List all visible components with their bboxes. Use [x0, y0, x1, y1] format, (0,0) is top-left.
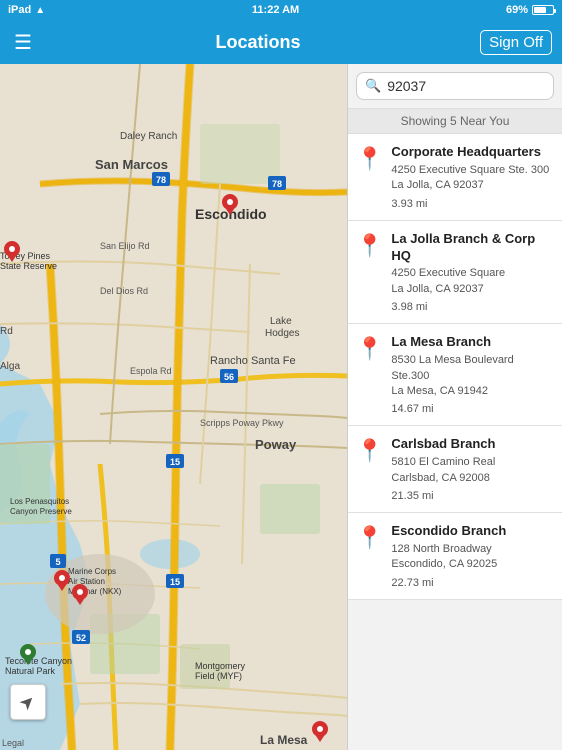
search-container: 🔍 [348, 64, 562, 109]
showing-label: Showing 5 Near You [401, 114, 510, 128]
location-distance: 3.98 mi [391, 301, 554, 313]
location-name: Carlsbad Branch [391, 436, 554, 453]
svg-text:Marine Corps: Marine Corps [68, 567, 116, 576]
search-input[interactable] [387, 78, 545, 94]
location-pin-icon: 📍 [356, 438, 383, 464]
location-info: La Jolla Branch & Corp HQ 4250 Executive… [391, 231, 554, 314]
location-item[interactable]: 📍 Escondido Branch 128 North BroadwayEsc… [348, 513, 562, 600]
svg-text:Canyon Preserve: Canyon Preserve [10, 507, 72, 516]
location-item[interactable]: 📍 Corporate Headquarters 4250 Executive … [348, 134, 562, 221]
location-distance: 14.67 mi [391, 403, 554, 415]
svg-text:Field (MYF): Field (MYF) [195, 671, 242, 681]
menu-button[interactable]: ☰ [10, 26, 36, 59]
svg-text:78: 78 [272, 179, 282, 189]
right-panel: 🔍 Showing 5 Near You 📍 Corporate Headqua… [347, 64, 562, 750]
location-distance: 22.73 mi [391, 577, 554, 589]
location-pin-icon: 📍 [356, 336, 383, 362]
location-name: Escondido Branch [391, 523, 554, 540]
svg-text:Lake: Lake [270, 316, 292, 327]
showing-bar: Showing 5 Near You [348, 109, 562, 134]
svg-text:State Reserve: State Reserve [0, 261, 57, 271]
compass-icon: ➤ [15, 689, 41, 715]
svg-text:San Marcos: San Marcos [95, 157, 168, 172]
svg-text:La Mesa: La Mesa [260, 733, 308, 747]
compass-button[interactable]: ➤ [10, 684, 46, 720]
svg-text:Poway: Poway [255, 437, 297, 452]
main-content: 78 78 15 15 5 56 52 San Marcos Escondido [0, 64, 562, 750]
location-distance: 21.35 mi [391, 490, 554, 502]
svg-text:Daley Ranch: Daley Ranch [120, 131, 177, 142]
location-pin-icon: 📍 [356, 525, 383, 551]
carrier-label: iPad [8, 4, 31, 16]
status-left: iPad ▲ [8, 4, 45, 16]
svg-text:15: 15 [170, 457, 180, 467]
location-address: 4250 Executive SquareLa Jolla, CA 92037 [391, 266, 554, 297]
location-pin-icon: 📍 [356, 233, 383, 259]
battery-icon [532, 5, 554, 15]
svg-text:Rancho Santa Fe: Rancho Santa Fe [210, 355, 296, 367]
map-svg: 78 78 15 15 5 56 52 San Marcos Escondido [0, 64, 347, 750]
page-title: Locations [216, 32, 301, 53]
map-area[interactable]: 78 78 15 15 5 56 52 San Marcos Escondido [0, 64, 347, 750]
svg-text:Espola Rd: Espola Rd [130, 366, 172, 376]
location-item[interactable]: 📍 La Jolla Branch & Corp HQ 4250 Executi… [348, 221, 562, 325]
nav-bar: ☰ Locations Sign Off [0, 20, 562, 64]
status-bar: iPad ▲ 11:22 AM 69% [0, 0, 562, 20]
svg-text:Los Penasquitos: Los Penasquitos [10, 497, 69, 506]
svg-text:San Elijo Rd: San Elijo Rd [100, 241, 150, 251]
location-item[interactable]: 📍 Carlsbad Branch 5810 El Camino RealCar… [348, 426, 562, 513]
svg-text:Hodges: Hodges [265, 328, 299, 339]
location-info: La Mesa Branch 8530 La Mesa Boulevard St… [391, 334, 554, 415]
location-info: Corporate Headquarters 4250 Executive Sq… [391, 144, 554, 210]
location-item[interactable]: 📍 La Mesa Branch 8530 La Mesa Boulevard … [348, 324, 562, 426]
svg-text:5: 5 [55, 557, 60, 567]
svg-text:Montgomery: Montgomery [195, 661, 246, 671]
svg-text:15: 15 [170, 577, 180, 587]
time-label: 11:22 AM [252, 4, 299, 16]
legal-text: Legal [2, 738, 24, 748]
status-right: 69% [506, 4, 554, 16]
location-distance: 3.93 mi [391, 198, 554, 210]
location-info: Escondido Branch 128 North BroadwayEscon… [391, 523, 554, 589]
battery-label: 69% [506, 4, 528, 16]
svg-text:Del Dios Rd: Del Dios Rd [100, 286, 148, 296]
location-info: Carlsbad Branch 5810 El Camino RealCarls… [391, 436, 554, 502]
location-name: La Mesa Branch [391, 334, 554, 351]
svg-text:Air Station: Air Station [68, 577, 105, 586]
location-address: 8530 La Mesa Boulevard Ste.300La Mesa, C… [391, 353, 554, 399]
wifi-icon: ▲ [35, 5, 45, 16]
svg-text:78: 78 [156, 175, 166, 185]
search-box: 🔍 [356, 72, 554, 100]
location-name: Corporate Headquarters [391, 144, 554, 161]
svg-text:52: 52 [76, 633, 86, 643]
svg-text:Scripps Poway Pkwy: Scripps Poway Pkwy [200, 418, 284, 428]
svg-text:Tecolote Canyon: Tecolote Canyon [5, 656, 72, 666]
svg-text:Natural Park: Natural Park [5, 666, 56, 676]
sign-off-button[interactable]: Sign Off [480, 30, 552, 55]
svg-text:Alga: Alga [0, 361, 20, 372]
search-icon: 🔍 [365, 78, 381, 94]
location-name: La Jolla Branch & Corp HQ [391, 231, 554, 265]
location-address: 128 North BroadwayEscondido, CA 92025 [391, 542, 554, 573]
location-list: 📍 Corporate Headquarters 4250 Executive … [348, 134, 562, 750]
svg-text:Rd: Rd [0, 326, 13, 337]
location-address: 4250 Executive Square Ste. 300La Jolla, … [391, 163, 554, 194]
location-pin-icon: 📍 [356, 146, 383, 172]
svg-text:56: 56 [224, 372, 234, 382]
location-address: 5810 El Camino RealCarlsbad, CA 92008 [391, 455, 554, 486]
